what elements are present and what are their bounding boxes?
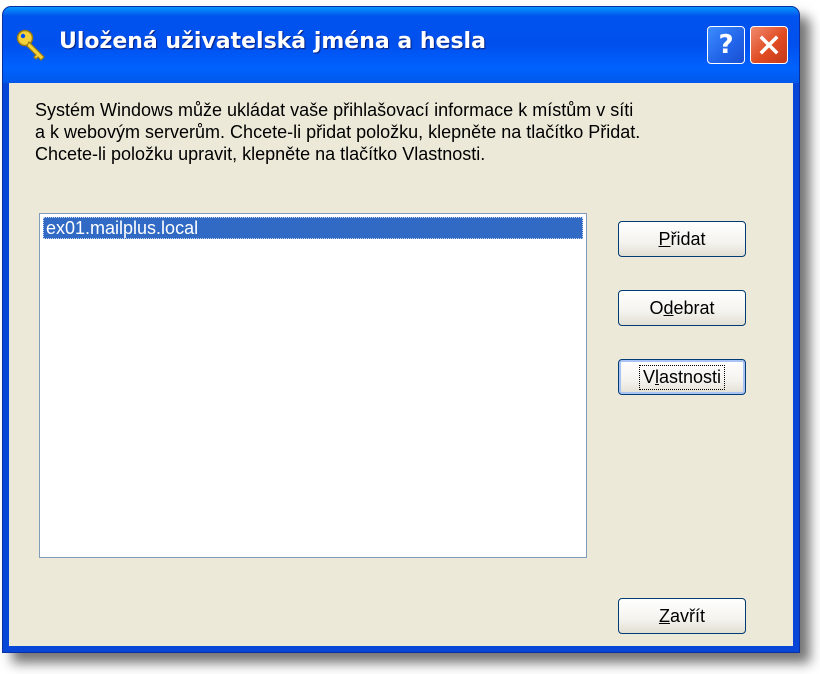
close-button[interactable]: Zavřít — [618, 598, 746, 634]
label-part: astnosti — [658, 366, 722, 387]
close-icon — [759, 35, 779, 55]
help-icon: ? — [718, 30, 734, 60]
label-part: O — [649, 297, 664, 318]
title-bar[interactable]: Uložená uživatelská jména a hesla ? — [3, 7, 799, 83]
description-line: Chcete-li položku upravit, klepněte na t… — [35, 144, 486, 164]
label-part: ebrat — [673, 297, 715, 318]
add-button[interactable]: Přidat — [618, 221, 746, 257]
credentials-list[interactable]: ex01.mailplus.local — [39, 213, 587, 558]
dialog-window: Uložená uživatelská jména a hesla ? Syst… — [2, 6, 800, 653]
dialog-title: Uložená uživatelská jména a hesla — [59, 29, 486, 54]
access-key: P — [658, 228, 671, 249]
access-key: Z — [658, 605, 670, 626]
remove-button[interactable]: Odebrat — [618, 290, 746, 326]
list-item-credential[interactable]: ex01.mailplus.local — [43, 217, 583, 239]
label-part: avřít — [669, 605, 705, 626]
close-window-button[interactable] — [750, 26, 788, 64]
access-key: d — [663, 297, 674, 318]
description-line: a k webovým serverům. Chcete-li přidat p… — [35, 122, 641, 142]
description-line: Systém Windows může ukládat vaše přihlaš… — [35, 100, 634, 120]
dialog-body: Systém Windows může ukládat vaše přihlaš… — [9, 83, 793, 646]
keys-icon — [16, 29, 45, 61]
label-part: V — [642, 366, 655, 387]
help-button[interactable]: ? — [707, 26, 745, 64]
label-part: řidat — [670, 228, 706, 249]
description-text: Systém Windows může ukládat vaše přihlaš… — [35, 99, 775, 165]
properties-button[interactable]: Vlastnosti — [618, 359, 746, 395]
